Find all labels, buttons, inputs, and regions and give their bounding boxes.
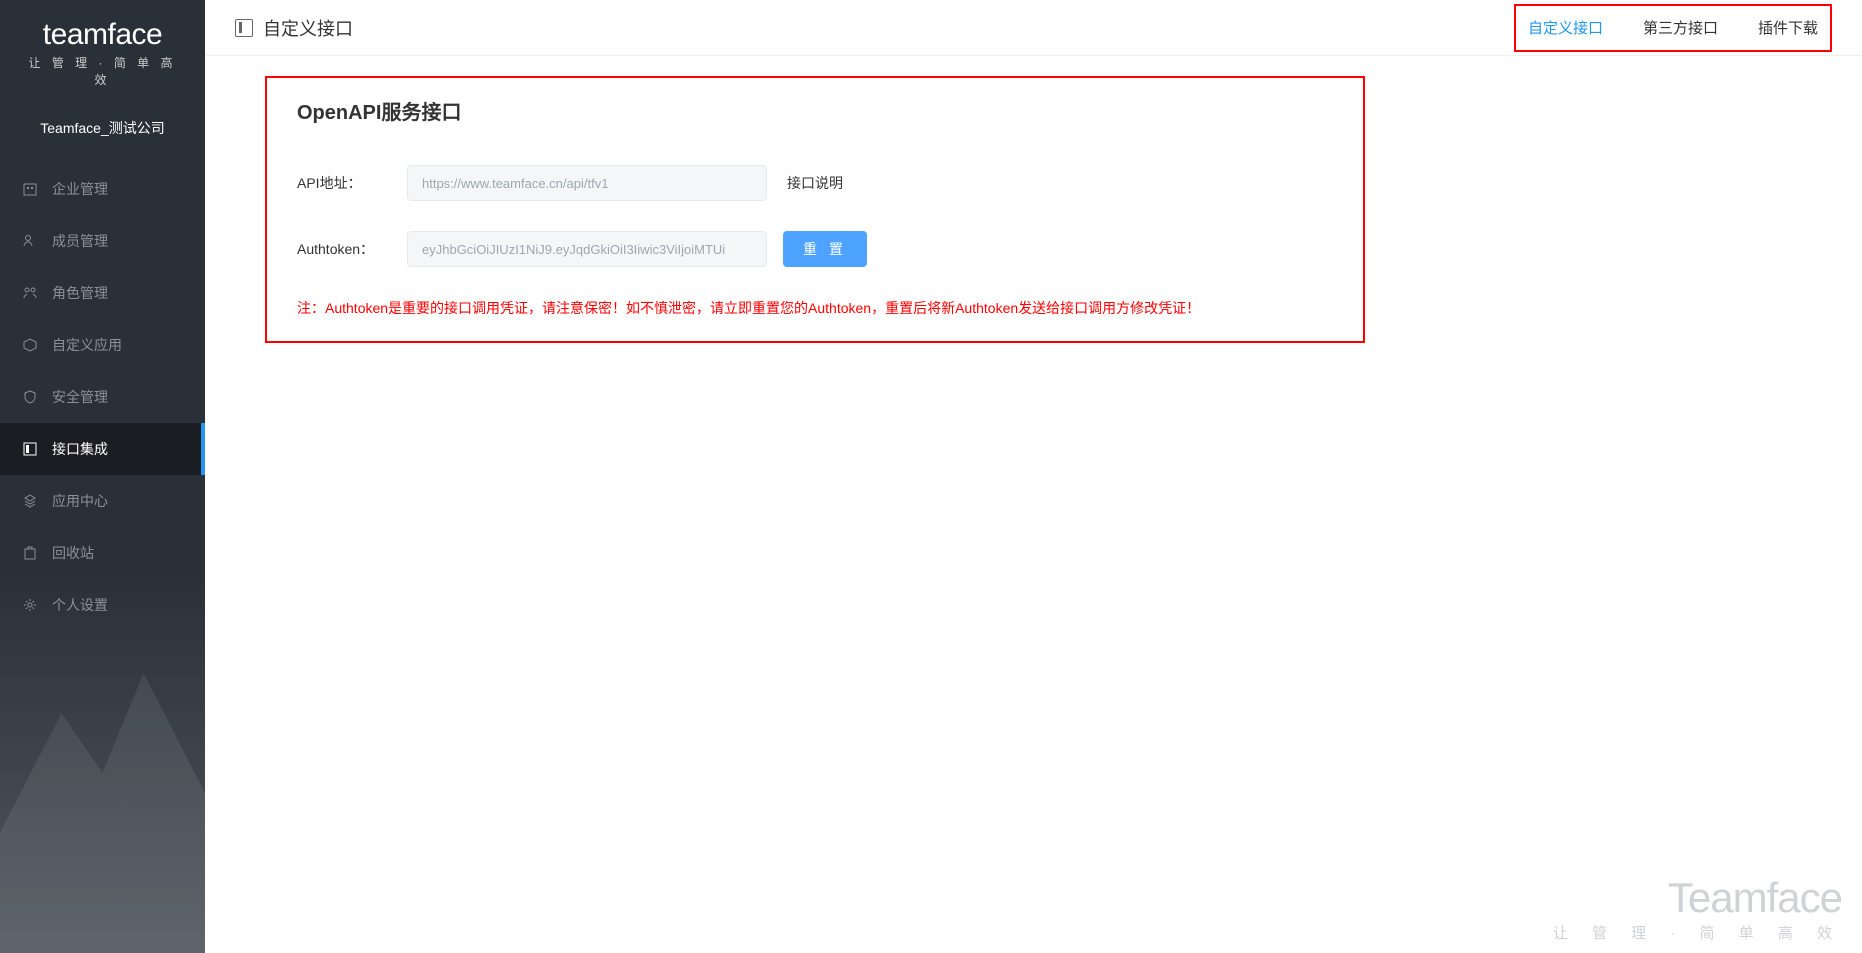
members-icon xyxy=(22,233,38,249)
authtoken-row: Authtoken： 重 置 xyxy=(297,231,1333,267)
authtoken-input[interactable] xyxy=(407,231,767,267)
sidebar-item-label: 回收站 xyxy=(52,543,94,563)
roles-icon xyxy=(22,285,38,301)
sidebar-item-security[interactable]: 安全管理 xyxy=(0,371,205,423)
app-center-icon xyxy=(22,493,38,509)
header-tabs: 自定义接口 第三方接口 插件下载 xyxy=(1514,4,1832,52)
api-address-input[interactable] xyxy=(407,165,767,201)
api-icon xyxy=(22,441,38,457)
sidebar-item-roles[interactable]: 角色管理 xyxy=(0,267,205,319)
sidebar-item-custom-app[interactable]: 自定义应用 xyxy=(0,319,205,371)
tab-custom-api[interactable]: 自定义接口 xyxy=(1528,7,1603,48)
api-address-row: API地址： 接口说明 xyxy=(297,165,1333,201)
watermark-subtitle: 让 管 理 · 简 单 高 效 xyxy=(1553,922,1842,943)
recycle-icon xyxy=(22,545,38,561)
sidebar-item-recycle[interactable]: 回收站 xyxy=(0,527,205,579)
openapi-card: OpenAPI服务接口 API地址： 接口说明 Authtoken： 重 置 注… xyxy=(265,76,1365,343)
warning-text: 注：Authtoken是重要的接口调用凭证，请注意保密！如不慎泄密，请立即重置您… xyxy=(297,297,1333,319)
company-name: Teamface_测试公司 xyxy=(0,98,205,163)
sidebar-item-personal[interactable]: 个人设置 xyxy=(0,579,205,631)
sidebar-item-enterprise[interactable]: 企业管理 xyxy=(0,163,205,215)
page-title: 自定义接口 xyxy=(263,15,353,41)
sidebar-item-label: 应用中心 xyxy=(52,491,108,511)
card-title: OpenAPI服务接口 xyxy=(297,96,1333,125)
shield-icon xyxy=(22,389,38,405)
sidebar-item-label: 企业管理 xyxy=(52,179,108,199)
enterprise-icon xyxy=(22,181,38,197)
sidebar: teamface 让 管 理 · 简 单 高 效 Teamface_测试公司 企… xyxy=(0,0,205,953)
sidebar-item-label: 个人设置 xyxy=(52,595,108,615)
api-address-label: API地址： xyxy=(297,173,407,193)
header: 自定义接口 自定义接口 第三方接口 插件下载 xyxy=(205,0,1862,56)
watermark: Teamface 让 管 理 · 简 单 高 效 xyxy=(1553,874,1842,943)
logo-tagline: 让 管 理 · 简 单 高 效 xyxy=(20,54,185,88)
main-content: 自定义接口 自定义接口 第三方接口 插件下载 OpenAPI服务接口 API地址… xyxy=(205,0,1862,953)
sidebar-item-label: 成员管理 xyxy=(52,231,108,251)
custom-app-icon xyxy=(22,337,38,353)
logo-area: teamface 让 管 理 · 简 单 高 效 xyxy=(0,0,205,98)
authtoken-label: Authtoken： xyxy=(297,239,407,259)
gear-icon xyxy=(22,597,38,613)
tab-plugin-download[interactable]: 插件下载 xyxy=(1758,7,1818,48)
sidebar-item-label: 安全管理 xyxy=(52,387,108,407)
page-title-icon xyxy=(235,19,253,37)
sidebar-item-label: 自定义应用 xyxy=(52,335,122,355)
sidebar-item-members[interactable]: 成员管理 xyxy=(0,215,205,267)
watermark-title: Teamface xyxy=(1553,874,1842,922)
sidebar-item-label: 接口集成 xyxy=(52,439,108,459)
page-title-area: 自定义接口 xyxy=(235,15,353,41)
content-area: OpenAPI服务接口 API地址： 接口说明 Authtoken： 重 置 注… xyxy=(205,56,1862,363)
tab-third-party[interactable]: 第三方接口 xyxy=(1643,7,1718,48)
logo-text: teamface xyxy=(20,18,185,52)
sidebar-item-api[interactable]: 接口集成 xyxy=(0,423,205,475)
reset-button[interactable]: 重 置 xyxy=(783,231,867,267)
sidebar-item-app-center[interactable]: 应用中心 xyxy=(0,475,205,527)
api-doc-link[interactable]: 接口说明 xyxy=(787,173,843,193)
sidebar-item-label: 角色管理 xyxy=(52,283,108,303)
